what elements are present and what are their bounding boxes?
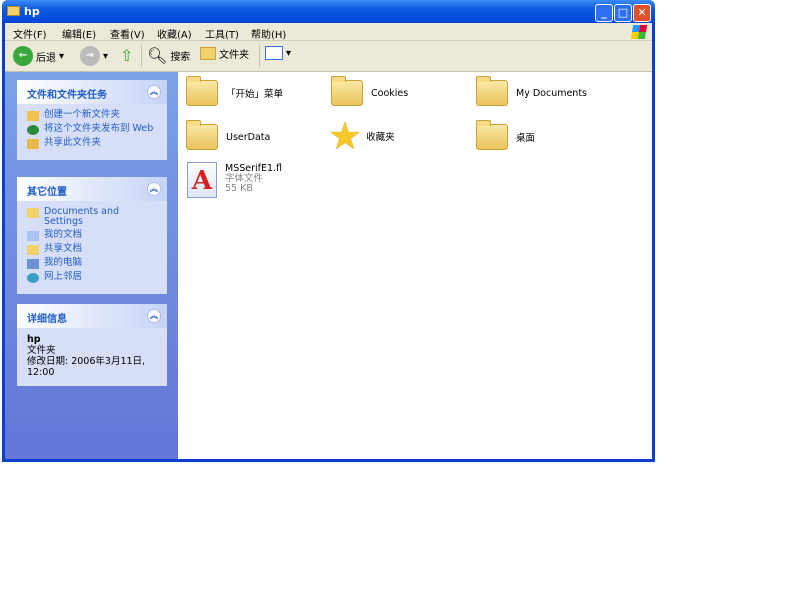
- task-pane: 文件和文件夹任务 ︽ 创建一个新文件夹 将这个文件夹发布到 Web 共享此文件夹 …: [5, 72, 178, 459]
- task-label: 共享此文件夹: [44, 137, 102, 148]
- place-my-documents[interactable]: 我的文档: [27, 230, 159, 241]
- panel-title: 详细信息: [27, 314, 67, 325]
- place-label: 网上邻居: [44, 271, 83, 282]
- details-panel: 详细信息 ︽ hp 文件夹 修改日期: 2006年3月11日, 12:00: [17, 304, 167, 386]
- task-label: 创建一个新文件夹: [44, 109, 121, 120]
- title-bar[interactable]: hp _ □ ✕: [2, 0, 655, 23]
- menu-help[interactable]: 帮助(H): [251, 26, 286, 41]
- explorer-window: hp _ □ ✕ 文件(F) 编辑(E) 查看(V) 收藏(A) 工具(T) 帮…: [2, 0, 655, 462]
- font-file-icon: A: [187, 162, 217, 198]
- detail-type: 文件夹: [27, 345, 56, 356]
- place-label: 共享文档: [44, 243, 83, 254]
- file-list: 「开始」菜单 Cookies My Documents UserData ★ 收藏…: [178, 72, 652, 459]
- collapse-icon[interactable]: ︽: [147, 85, 161, 99]
- menu-tools[interactable]: 工具(T): [205, 26, 239, 41]
- folder-icon: [186, 76, 218, 106]
- place-shared-documents[interactable]: 共享文档: [27, 244, 159, 255]
- file-item[interactable]: Cookies: [331, 76, 409, 106]
- forward-button[interactable]: → ▾: [80, 46, 108, 66]
- menu-bar: 文件(F) 编辑(E) 查看(V) 收藏(A) 工具(T) 帮助(H): [5, 23, 652, 41]
- panel-title: 其它位置: [27, 187, 67, 198]
- menu-view[interactable]: 查看(V): [110, 26, 145, 41]
- file-name: UserData: [226, 131, 271, 143]
- search-label: 搜索: [170, 52, 191, 63]
- file-name: 「开始」菜单: [226, 89, 284, 100]
- search-icon: 🔍︎: [147, 46, 168, 65]
- share-folder-icon: [27, 139, 39, 149]
- place-documents-settings[interactable]: Documents and Settings: [27, 207, 159, 227]
- folders-label: 文件夹: [219, 50, 249, 61]
- file-name: 收藏夹: [366, 132, 395, 143]
- folder-icon: [186, 120, 218, 150]
- toolbar: ← 后退 ▾ → ▾ ⇧ 🔍︎ 搜索 文件夹 ▾: [5, 41, 652, 72]
- search-button[interactable]: 🔍︎ 搜索: [147, 46, 190, 65]
- views-icon: [265, 46, 283, 60]
- my-documents-icon: [27, 231, 39, 241]
- place-label: 我的文档: [44, 229, 83, 240]
- minimize-button[interactable]: _: [595, 4, 613, 22]
- place-label: 我的电脑: [44, 257, 83, 268]
- back-button[interactable]: ← 后退 ▾: [13, 46, 64, 66]
- file-name: My Documents: [516, 87, 588, 99]
- window-title: hp: [24, 5, 40, 18]
- file-item[interactable]: A MSSerifE1.fl 字体文件 55 KB: [187, 162, 282, 198]
- folder-icon: [476, 76, 508, 106]
- folder-icon: [27, 245, 39, 255]
- menu-edit[interactable]: 编辑(E): [62, 26, 96, 41]
- windows-logo-icon: [630, 25, 648, 39]
- task-new-folder[interactable]: 创建一个新文件夹: [27, 110, 159, 121]
- file-folder-tasks-panel: 文件和文件夹任务 ︽ 创建一个新文件夹 将这个文件夹发布到 Web 共享此文件夹: [17, 80, 167, 160]
- task-label: 将这个文件夹发布到 Web: [44, 123, 154, 134]
- file-item[interactable]: 「开始」菜单: [186, 76, 284, 106]
- menu-favorites[interactable]: 收藏(A): [157, 26, 192, 41]
- folders-icon: [200, 47, 216, 60]
- folder-icon: [476, 120, 508, 150]
- close-button[interactable]: ✕: [633, 4, 651, 22]
- new-folder-icon: [27, 111, 39, 121]
- computer-icon: [27, 259, 39, 269]
- file-item[interactable]: 桌面: [476, 120, 536, 150]
- panel-header[interactable]: 文件和文件夹任务 ︽: [17, 80, 167, 104]
- file-item[interactable]: UserData: [186, 120, 271, 150]
- place-my-computer[interactable]: 我的电脑: [27, 258, 159, 269]
- collapse-icon[interactable]: ︽: [147, 309, 161, 323]
- publish-web-icon: [27, 125, 39, 135]
- panel-title: 文件和文件夹任务: [27, 90, 107, 101]
- task-share-folder[interactable]: 共享此文件夹: [27, 138, 159, 149]
- folder-icon: [7, 6, 20, 16]
- back-arrow-icon: ←: [13, 46, 33, 66]
- menu-file[interactable]: 文件(F): [13, 26, 47, 41]
- task-publish-web[interactable]: 将这个文件夹发布到 Web: [27, 124, 159, 135]
- panel-header[interactable]: 其它位置 ︽: [17, 177, 167, 201]
- forward-arrow-icon: →: [80, 46, 100, 66]
- detail-name: hp: [27, 334, 41, 345]
- place-network[interactable]: 网上邻居: [27, 272, 159, 283]
- file-item[interactable]: ★ 收藏夹: [328, 114, 395, 158]
- favorites-star-icon: ★: [328, 114, 363, 158]
- network-icon: [27, 273, 39, 283]
- file-item[interactable]: My Documents: [476, 76, 588, 106]
- views-button[interactable]: ▾: [265, 46, 291, 60]
- maximize-button[interactable]: □: [614, 4, 632, 22]
- file-size: 55 KB: [225, 183, 253, 194]
- file-name: Cookies: [371, 87, 409, 99]
- place-label: Documents and Settings: [44, 206, 120, 227]
- other-places-panel: 其它位置 ︽ Documents and Settings 我的文档 共享文档 我…: [17, 177, 167, 294]
- back-label: 后退: [36, 52, 56, 64]
- up-folder-button[interactable]: ⇧: [120, 46, 133, 65]
- collapse-icon[interactable]: ︽: [147, 182, 161, 196]
- detail-modified: 修改日期: 2006年3月11日, 12:00: [27, 356, 146, 378]
- panel-header[interactable]: 详细信息 ︽: [17, 304, 167, 328]
- file-name: 桌面: [516, 133, 536, 144]
- folders-button[interactable]: 文件夹: [200, 46, 249, 61]
- folder-icon: [331, 76, 363, 106]
- folder-icon: [27, 208, 39, 218]
